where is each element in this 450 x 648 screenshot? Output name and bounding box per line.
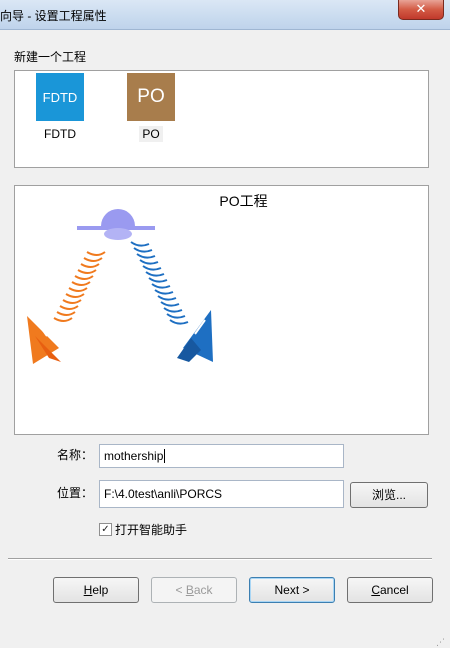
project-type-fdtd[interactable]: FDTD FDTD bbox=[32, 73, 88, 142]
window-title: 向导 - 设置工程属性 bbox=[0, 9, 107, 23]
blue-wave-beam bbox=[130, 241, 189, 325]
project-type-label: FDTD bbox=[44, 127, 76, 141]
wizard-body: 新建一个工程 FDTD FDTD PO PO PO工程 名称： mothersh… bbox=[0, 30, 450, 647]
title-bar: 向导 - 设置工程属性 ✕ bbox=[0, 0, 450, 30]
close-icon: ✕ bbox=[415, 1, 427, 16]
new-project-label: 新建一个工程 bbox=[14, 50, 87, 64]
orange-wave-beam bbox=[53, 251, 106, 322]
po-radar-scattering-illustration bbox=[27, 209, 213, 364]
target-dome-lower bbox=[104, 228, 132, 240]
project-type-label: PO bbox=[139, 126, 163, 142]
wizard-window: 向导 - 设置工程属性 ✕ 新建一个工程 FDTD FDTD PO PO PO工… bbox=[0, 0, 450, 647]
help-button[interactable]: Help bbox=[53, 577, 139, 603]
po-project-icon: PO bbox=[127, 73, 175, 121]
fdtd-project-icon: FDTD bbox=[36, 73, 84, 121]
browse-button[interactable]: 浏览... bbox=[350, 482, 428, 508]
project-type-list: FDTD FDTD PO PO bbox=[14, 70, 429, 168]
target-dome bbox=[101, 209, 135, 226]
project-preview: PO工程 bbox=[14, 185, 429, 435]
project-name-input[interactable]: mothership bbox=[99, 444, 344, 468]
location-label: 位置： bbox=[57, 486, 94, 500]
open-assistant-label[interactable]: 打开智能助手 bbox=[115, 521, 187, 538]
back-button[interactable]: < Back bbox=[151, 577, 237, 603]
name-label: 名称： bbox=[57, 448, 94, 462]
open-assistant-checkbox[interactable]: ✓ bbox=[99, 523, 112, 536]
next-button[interactable]: Next > bbox=[249, 577, 335, 603]
button-separator bbox=[8, 558, 432, 560]
project-type-po[interactable]: PO PO bbox=[123, 73, 179, 142]
orange-radar-dish bbox=[27, 316, 61, 364]
project-location-input[interactable]: F:\4.0test\anli\PORCS bbox=[99, 480, 344, 508]
resize-grip-icon[interactable]: ⋰ bbox=[436, 636, 448, 648]
cancel-button[interactable]: Cancel bbox=[347, 577, 433, 603]
close-button[interactable]: ✕ bbox=[398, 0, 444, 20]
